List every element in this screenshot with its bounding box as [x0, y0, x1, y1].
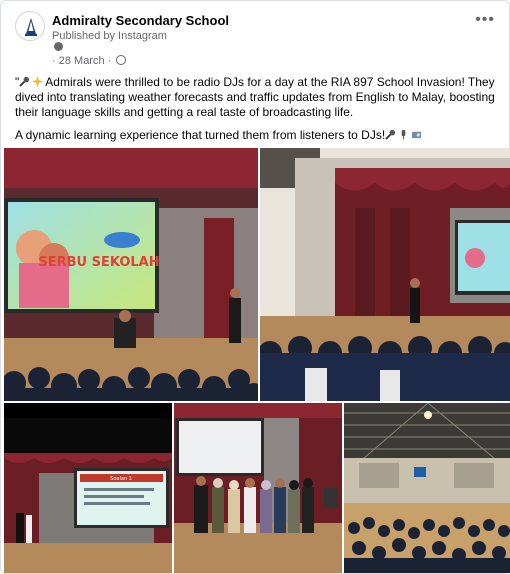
post-meta: · 28 March · [52, 55, 127, 67]
post-photo-3[interactable]: Soalan 1 [4, 403, 172, 573]
post-date-link[interactable]: 28 March [59, 55, 105, 67]
post-caption: " Admirals were thrilled to be radio DJs … [15, 75, 499, 151]
caption-paragraph-2: A dynamic learning experience that turne… [15, 128, 499, 143]
post-photo-5[interactable] [344, 403, 510, 573]
caption-text-2: A dynamic learning experience that turne… [15, 128, 386, 142]
published-by-label: Published by Instagram [52, 30, 167, 42]
radio-icon [412, 131, 422, 139]
microphone-icon [19, 76, 30, 87]
screen-title: Soalan 1 [110, 476, 132, 482]
date-separator-2: · [107, 55, 112, 67]
page-name-link[interactable]: Admiralty Secondary School [52, 13, 229, 28]
date-separator: · [52, 55, 56, 67]
pin-icon [54, 42, 63, 51]
screen-text: SERBU SEKOLAH [38, 255, 159, 270]
caption-paragraph-1: " Admirals were thrilled to be radio DJs … [15, 75, 499, 120]
globe-icon[interactable] [116, 55, 127, 65]
post-photo-2[interactable] [260, 148, 510, 401]
microphone-icon-2 [385, 129, 396, 140]
sparkles-icon [32, 76, 44, 87]
page-avatar[interactable] [15, 11, 45, 41]
studio-microphone-icon [401, 129, 406, 140]
post-photo-4[interactable] [174, 403, 342, 573]
school-crest-icon [16, 12, 44, 40]
caption-text-1: Admirals were thrilled to be radio DJs f… [15, 75, 495, 119]
facebook-post: Admiralty Secondary School Published by … [0, 0, 510, 574]
more-options-icon[interactable]: ••• [475, 12, 495, 28]
post-photo-1[interactable]: SERBU SEKOLAH [4, 148, 258, 401]
